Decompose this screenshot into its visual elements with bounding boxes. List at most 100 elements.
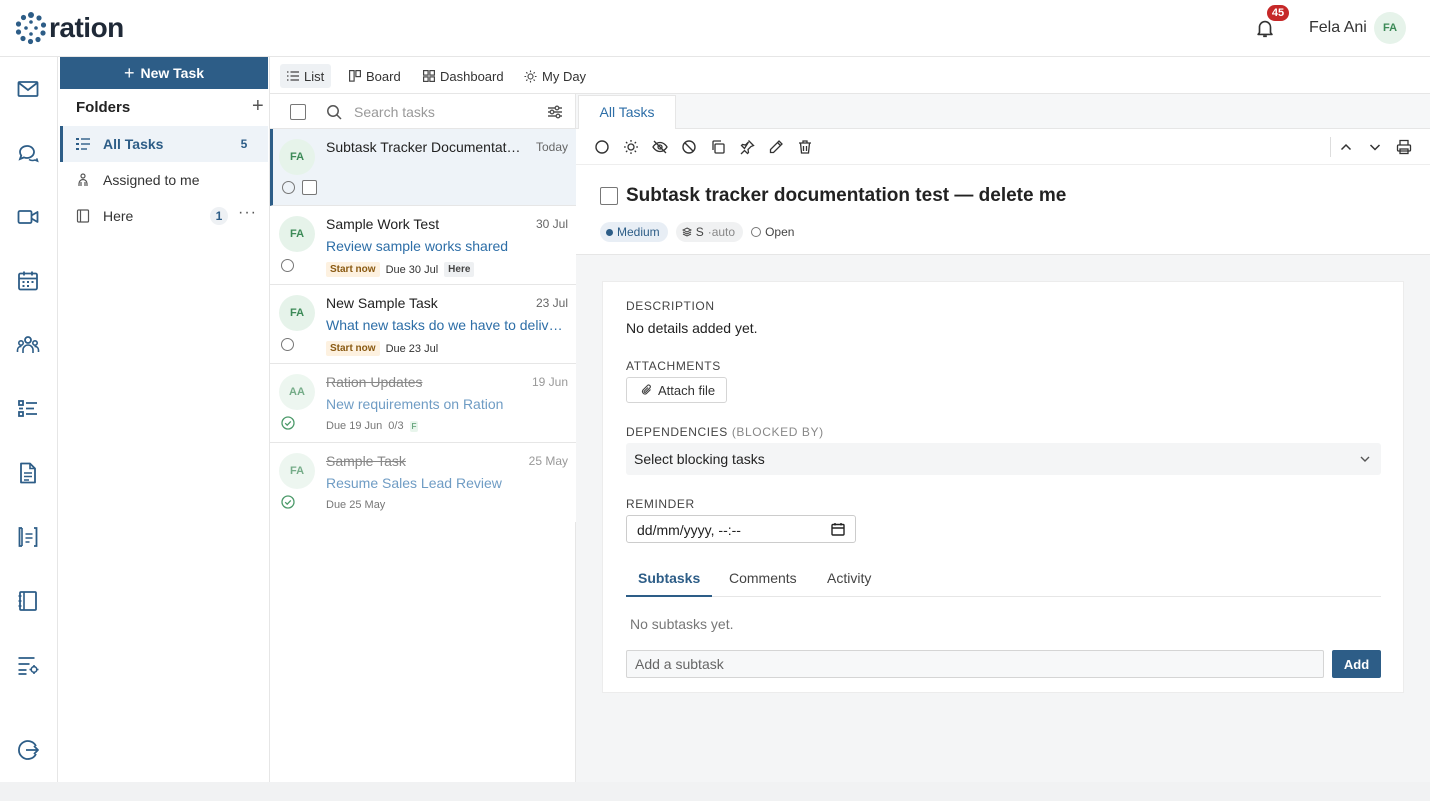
duplicate-icon[interactable] bbox=[710, 139, 726, 155]
detail-header: Subtask tracker documentation test — del… bbox=[576, 129, 1430, 255]
select-all-checkbox[interactable] bbox=[290, 104, 306, 120]
task-complete-checkbox[interactable] bbox=[600, 187, 618, 205]
start-now-badge[interactable]: Start now bbox=[326, 262, 380, 277]
folder-all-tasks[interactable]: All Tasks 5 bbox=[60, 126, 268, 162]
team-icon[interactable] bbox=[16, 333, 40, 357]
folder-assigned-to-me[interactable]: Assigned to me bbox=[60, 162, 268, 198]
list-icon bbox=[287, 71, 299, 81]
task-title-heading[interactable]: Subtask tracker documentation test — del… bbox=[626, 185, 1066, 207]
folders-panel: + New Task Folders + All Tasks 5 Assigne… bbox=[58, 57, 270, 782]
task-row[interactable]: AA Ration Updates 19 Jun New requirement… bbox=[270, 364, 576, 443]
task-row[interactable]: FA Sample Work Test 30 Jul Review sample… bbox=[270, 206, 576, 285]
folder-label: Assigned to me bbox=[103, 172, 200, 188]
task-avatar: FA bbox=[279, 295, 315, 331]
search-input[interactable] bbox=[354, 102, 534, 122]
logo-mark-icon bbox=[15, 12, 47, 45]
folder-label: All Tasks bbox=[103, 136, 164, 152]
pin-icon[interactable] bbox=[739, 139, 755, 155]
priority-badge[interactable]: Medium bbox=[600, 222, 668, 242]
calendar-icon[interactable] bbox=[16, 269, 40, 293]
add-subtask-button[interactable]: Add bbox=[1332, 650, 1381, 678]
due-date: Due 19 Jun bbox=[326, 420, 383, 432]
board-icon bbox=[349, 70, 361, 82]
detail-tabs: Subtasks Comments Activity bbox=[626, 564, 1381, 597]
size-auto-label: ·auto bbox=[707, 225, 736, 239]
add-subtask-input[interactable] bbox=[626, 650, 1324, 678]
status-badge[interactable]: Open bbox=[751, 225, 794, 239]
subtask-progress: 0/3 bbox=[388, 420, 404, 432]
attach-file-button[interactable]: Attach file bbox=[626, 377, 728, 403]
description-text[interactable]: No details added yet. bbox=[626, 320, 758, 336]
notebook-icon[interactable] bbox=[16, 589, 40, 613]
task-row[interactable]: FA New Sample Task 23 Jul What new tasks… bbox=[270, 285, 576, 364]
size-badge[interactable]: S ·auto bbox=[675, 222, 744, 242]
mail-icon[interactable] bbox=[16, 77, 40, 101]
list-check-icon bbox=[76, 138, 90, 150]
task-status-circle[interactable] bbox=[281, 338, 294, 351]
task-title: New Sample Task bbox=[326, 295, 438, 311]
tab-comments[interactable]: Comments bbox=[717, 570, 809, 597]
task-status-circle[interactable] bbox=[282, 181, 295, 194]
folder-here[interactable]: Here 1 ··· bbox=[60, 198, 268, 234]
user-avatar[interactable]: FA bbox=[1374, 12, 1406, 44]
task-title: Sample Work Test bbox=[326, 216, 440, 232]
video-icon[interactable] bbox=[16, 205, 40, 229]
task-list-header bbox=[270, 94, 576, 129]
tab-label: Dashboard bbox=[440, 68, 504, 84]
completed-check-icon[interactable] bbox=[281, 416, 295, 430]
reminder-datetime-input[interactable]: dd/mm/yyyy, --:-- bbox=[626, 515, 856, 543]
ration-logo[interactable]: ration bbox=[15, 11, 124, 45]
completed-check-icon[interactable] bbox=[281, 495, 295, 509]
task-date: 30 Jul bbox=[535, 217, 568, 231]
tab-label: List bbox=[304, 68, 325, 84]
settings-list-icon[interactable] bbox=[16, 653, 40, 677]
new-task-button[interactable]: + New Task bbox=[60, 57, 268, 89]
handbook-icon[interactable] bbox=[16, 525, 40, 549]
people-icon bbox=[78, 173, 88, 186]
my-day-sun-icon[interactable] bbox=[623, 139, 639, 155]
edit-pencil-icon[interactable] bbox=[768, 139, 784, 155]
tab-my-day[interactable]: My Day bbox=[517, 64, 593, 88]
block-icon[interactable] bbox=[681, 139, 697, 155]
tab-board[interactable]: Board bbox=[342, 64, 408, 88]
task-row[interactable]: FA Sample Task 25 May Resume Sales Lead … bbox=[270, 443, 576, 522]
task-subtitle: New requirements on Ration bbox=[326, 396, 504, 412]
blocking-tasks-select[interactable]: Select blocking tasks bbox=[626, 443, 1381, 475]
tab-list[interactable]: List bbox=[280, 64, 332, 88]
task-avatar: FA bbox=[279, 216, 315, 252]
trash-icon[interactable] bbox=[797, 139, 813, 155]
chat-icon[interactable] bbox=[16, 141, 40, 165]
hide-eye-icon[interactable] bbox=[652, 139, 668, 155]
task-subtitle: Resume Sales Lead Review bbox=[326, 475, 502, 491]
tasks-icon[interactable] bbox=[16, 397, 40, 421]
calendar-picker-icon[interactable] bbox=[831, 522, 845, 536]
tab-activity[interactable]: Activity bbox=[815, 570, 883, 597]
start-now-badge[interactable]: Start now bbox=[326, 341, 380, 356]
sun-icon bbox=[524, 69, 537, 83]
task-select-checkbox[interactable] bbox=[302, 180, 317, 195]
folder-tag: Here bbox=[444, 262, 475, 277]
folder-more-button[interactable]: ··· bbox=[238, 204, 257, 222]
user-name[interactable]: Fela Ani bbox=[1309, 19, 1367, 37]
blocking-tasks-placeholder: Select blocking tasks bbox=[634, 451, 765, 467]
tab-subtasks[interactable]: Subtasks bbox=[626, 570, 713, 597]
logout-icon[interactable] bbox=[16, 738, 40, 762]
logo-text: ration bbox=[49, 12, 124, 43]
tab-all-tasks[interactable]: All Tasks bbox=[578, 95, 676, 129]
reminder-value: dd/mm/yyyy, --:-- bbox=[637, 522, 741, 538]
print-icon[interactable] bbox=[1396, 139, 1412, 155]
task-meta: Start now Due 23 Jul bbox=[326, 341, 438, 356]
task-list: FA Subtask Tracker Documentation test — … bbox=[270, 94, 576, 782]
chevron-down-icon[interactable] bbox=[1367, 139, 1383, 155]
priority-label: Medium bbox=[617, 225, 660, 239]
tab-dashboard[interactable]: Dashboard bbox=[416, 64, 511, 88]
add-folder-button[interactable]: + bbox=[252, 96, 264, 116]
task-status-circle[interactable] bbox=[281, 259, 294, 272]
folders-title: Folders bbox=[76, 99, 131, 116]
task-row[interactable]: FA Subtask Tracker Documentation test — … bbox=[270, 129, 576, 206]
filter-sliders-icon[interactable] bbox=[547, 104, 563, 120]
detail-toolbar bbox=[576, 129, 1430, 165]
document-icon[interactable] bbox=[16, 461, 40, 485]
mark-complete-icon[interactable] bbox=[594, 139, 610, 155]
chevron-up-icon[interactable] bbox=[1338, 139, 1354, 155]
